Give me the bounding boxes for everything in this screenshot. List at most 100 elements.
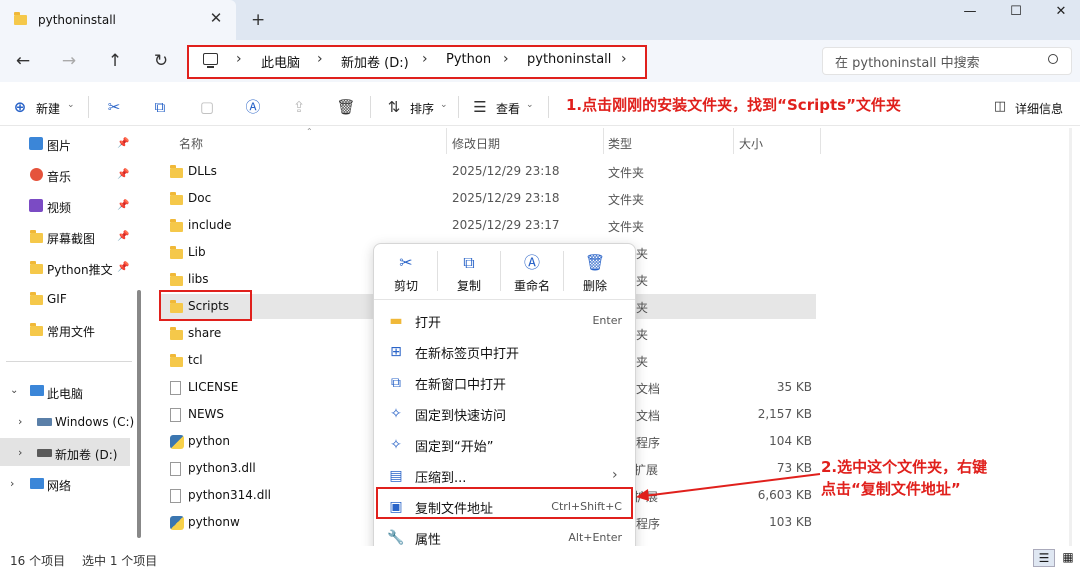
breadcrumb-pythoninstall[interactable]: pythoninstall [527, 52, 611, 67]
arrow-head [636, 489, 649, 501]
annotation-step1: 1.点击刚刚的安装文件夹，找到“Scripts”文件夹 [566, 96, 901, 114]
file-name: NEWS [188, 407, 225, 421]
up-button[interactable]: ↑ [105, 51, 125, 71]
folder-icon [30, 230, 43, 243]
details-button[interactable]: 详细信息 [1015, 100, 1063, 117]
column-divider[interactable] [733, 128, 734, 154]
new-tab-icon: ⊞ [390, 344, 402, 360]
breadcrumb-separator: › [317, 51, 323, 67]
file-name: DLLs [188, 164, 217, 178]
sidebar-item-network[interactable]: 网络 [47, 477, 71, 494]
tiles-view-button[interactable]: ▦ [1059, 549, 1077, 567]
chevron-right-icon[interactable]: › [18, 415, 22, 428]
menu-divider [500, 251, 501, 291]
new-icon: ⊕ [13, 98, 27, 116]
sidebar-item-this-pc[interactable]: 此电脑 [47, 385, 83, 402]
file-type: 夹 [636, 247, 649, 261]
sidebar-item-pictures[interactable]: 图片 [47, 137, 71, 154]
breadcrumb-this-pc[interactable]: 此电脑 [261, 52, 300, 71]
chevron-down-icon[interactable]: ⌄ [10, 385, 18, 396]
rename-button[interactable]: Ⓐ [243, 97, 263, 117]
sidebar-item-python-posts[interactable]: Python推文 [47, 261, 113, 278]
column-divider[interactable] [603, 128, 604, 154]
breadcrumb-separator: › [422, 51, 428, 67]
copy-button[interactable]: ⧉ [150, 97, 170, 117]
computer-icon [203, 53, 218, 65]
breadcrumb-expand[interactable]: › [621, 51, 627, 67]
details-view-button[interactable]: ☰ [1033, 549, 1055, 567]
copy-path-highlight [376, 487, 633, 519]
paste-button[interactable]: ▢ [197, 97, 217, 117]
column-name[interactable]: 名称 [179, 135, 203, 152]
status-bar [0, 546, 1080, 569]
pin-icon: 📌 [117, 262, 130, 273]
sort-button[interactable]: 排序 [410, 100, 434, 117]
sidebar-item-common-files[interactable]: 常用文件 [47, 323, 95, 340]
chevron-down-icon: ⌄ [67, 100, 75, 110]
trash-icon: 🗑 [584, 253, 606, 272]
tab-title: pythoninstall [38, 13, 116, 27]
new-tab-button[interactable]: + [251, 11, 265, 29]
chevron-right-icon[interactable]: › [18, 446, 22, 459]
file-name: Lib [188, 245, 206, 259]
forward-button[interactable]: → [59, 51, 79, 71]
scripts-highlight [159, 290, 252, 321]
drive-icon [37, 418, 52, 426]
menu-quick-label: 剪切 [393, 279, 418, 293]
column-divider[interactable] [820, 128, 821, 154]
column-divider[interactable] [446, 128, 447, 154]
minimize-button[interactable]: — [956, 4, 984, 20]
sidebar-scrollbar[interactable] [137, 290, 141, 538]
chevron-right-icon[interactable]: › [10, 477, 14, 490]
folder-open-icon: ▬ [389, 313, 403, 329]
content-scrollbar[interactable] [1069, 128, 1072, 546]
search-icon [1048, 54, 1058, 64]
column-date[interactable]: 修改日期 [452, 135, 500, 152]
menu-item-shortcut: Alt+Enter [568, 531, 622, 544]
folder-icon [170, 165, 183, 178]
rename-icon: Ⓐ [523, 253, 540, 272]
breadcrumb-python[interactable]: Python [446, 52, 491, 67]
tab-close-button[interactable]: ✕ [208, 10, 224, 26]
copy-icon: ⧉ [463, 253, 475, 272]
column-size[interactable]: 大小 [739, 135, 763, 152]
new-button[interactable]: 新建 [36, 100, 60, 117]
menu-item-label: 在新标签页中打开 [415, 347, 520, 362]
file-date: 2025/12/29 23:18 [452, 164, 560, 178]
file-size: 104 KB [769, 434, 812, 448]
share-button[interactable]: ⇪ [289, 97, 309, 117]
back-button[interactable]: ← [13, 51, 33, 71]
delete-button[interactable]: 🗑 [336, 97, 356, 117]
item-count: 16 个项目 [10, 554, 66, 568]
file-name: python314.dll [188, 488, 271, 502]
maximize-button[interactable]: ☐ [1002, 4, 1030, 20]
pin-start-icon: ✧ [390, 437, 402, 453]
toolbar-divider [458, 96, 459, 118]
folder-icon [14, 12, 27, 25]
sidebar-item-gif[interactable]: GIF [47, 292, 67, 306]
view-icon: ☰ [473, 98, 487, 116]
close-window-button[interactable]: ✕ [1047, 4, 1075, 20]
file-name: python3.dll [188, 461, 256, 475]
view-button[interactable]: 查看 [496, 100, 520, 117]
file-type: 程序 [636, 517, 661, 531]
file-type: 夹 [636, 274, 649, 288]
breadcrumb-separator: › [236, 51, 242, 67]
tab-pythoninstall[interactable] [0, 0, 236, 40]
sidebar-item-screenshots[interactable]: 屏幕截图 [47, 230, 95, 247]
network-icon [30, 478, 44, 489]
file-type: 文件夹 [608, 220, 645, 234]
sidebar-item-drive-d[interactable]: 新加卷 (D:) [55, 446, 117, 463]
python-icon [170, 516, 184, 530]
sidebar-item-videos[interactable]: 视频 [47, 199, 71, 216]
sidebar-item-drive-c[interactable]: Windows (C:) [55, 415, 134, 429]
menu-item-label: 固定到“开始” [415, 440, 494, 455]
refresh-button[interactable]: ↻ [151, 51, 171, 71]
search-input[interactable]: 在 pythoninstall 中搜索 [835, 52, 980, 71]
folder-icon [170, 192, 183, 205]
breadcrumb-drive-d[interactable]: 新加卷 (D:) [341, 52, 409, 71]
sidebar-item-music[interactable]: 音乐 [47, 168, 71, 185]
cut-button[interactable]: ✂ [104, 97, 124, 117]
column-type[interactable]: 类型 [608, 135, 632, 152]
folder-icon [170, 327, 183, 340]
